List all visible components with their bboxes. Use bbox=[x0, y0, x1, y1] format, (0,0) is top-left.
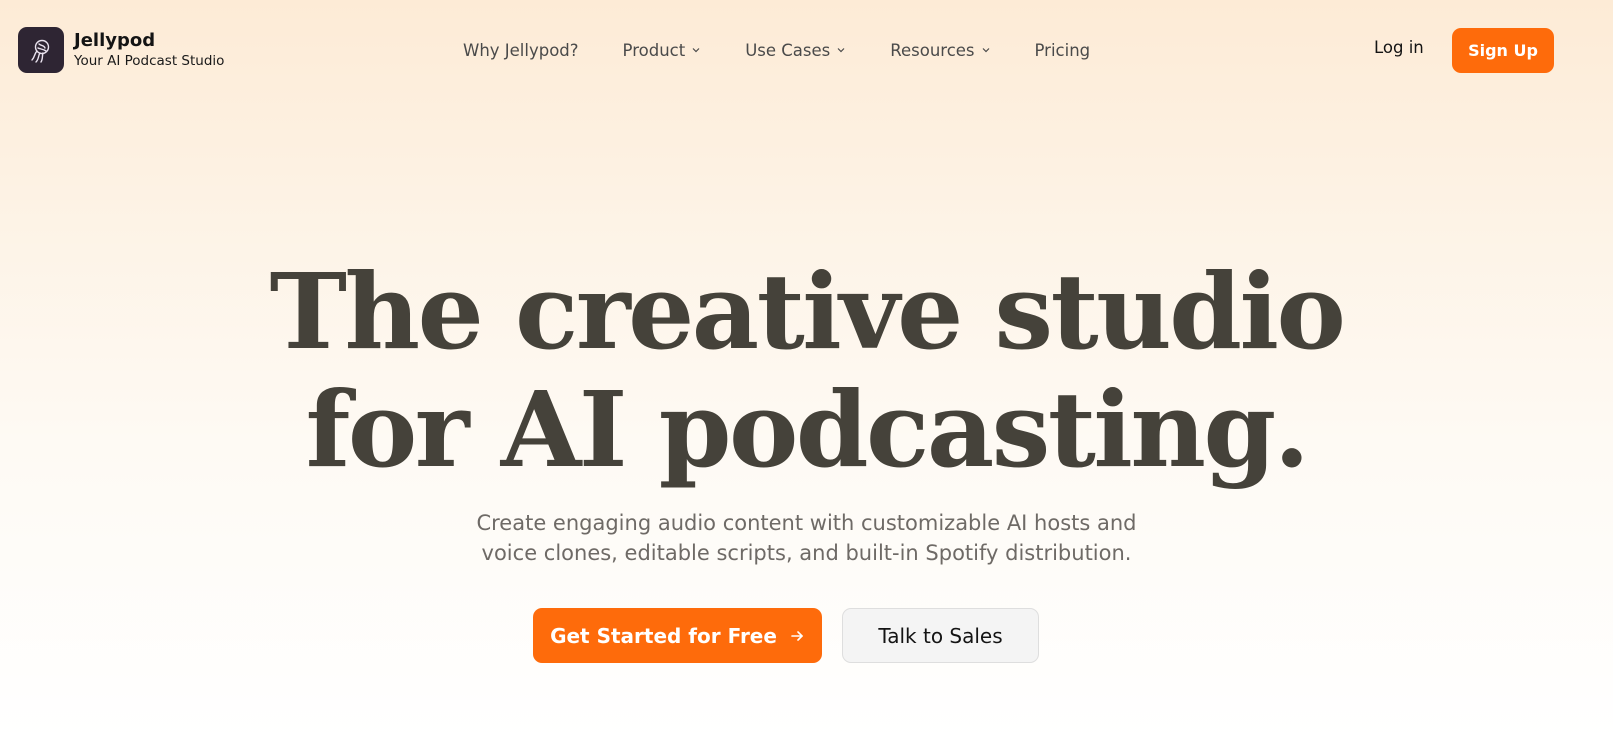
main-nav: Why Jellypod? Product Use Cases Resource… bbox=[463, 38, 1090, 62]
nav-item-pricing[interactable]: Pricing bbox=[1035, 41, 1091, 60]
get-started-label: Get Started for Free bbox=[550, 623, 777, 648]
chevron-down-icon bbox=[692, 48, 700, 53]
nav-item-label: Resources bbox=[890, 40, 975, 60]
nav-item-why-jellypod[interactable]: Why Jellypod? bbox=[463, 41, 579, 60]
jellyfish-logo-icon bbox=[18, 27, 64, 73]
brand-logo-link[interactable]: Jellypod Your AI Podcast Studio bbox=[18, 27, 224, 73]
chevron-down-icon bbox=[982, 48, 989, 53]
arrow-right-icon bbox=[791, 630, 803, 641]
brand-name: Jellypod bbox=[74, 30, 156, 51]
nav-item-product[interactable]: Product bbox=[623, 41, 702, 60]
nav-item-label: Why Jellypod? bbox=[463, 40, 579, 60]
hero-title: The creative studio for AI podcasting. bbox=[0, 253, 1613, 489]
brand-text: Jellypod Your AI Podcast Studio bbox=[74, 30, 224, 70]
hero-subtitle-line: Create engaging audio content with custo… bbox=[476, 511, 1137, 535]
signup-button[interactable]: Sign Up bbox=[1452, 28, 1554, 73]
nav-item-resources[interactable]: Resources bbox=[890, 41, 990, 60]
nav-item-use-cases[interactable]: Use Cases bbox=[745, 41, 846, 60]
cta-row: Get Started for Free Talk to Sales bbox=[533, 608, 1039, 663]
hero-subtitle-line: voice clones, editable scripts, and buil… bbox=[481, 541, 1132, 565]
chevron-down-icon bbox=[837, 48, 845, 53]
talk-to-sales-button[interactable]: Talk to Sales bbox=[842, 608, 1039, 663]
hero-title-line: The creative studio bbox=[269, 250, 1346, 373]
nav-item-label: Pricing bbox=[1034, 40, 1091, 60]
nav-item-label: Product bbox=[622, 40, 686, 60]
hero-title-line: for AI podcasting. bbox=[305, 368, 1310, 491]
login-link[interactable]: Log in bbox=[1374, 38, 1424, 57]
hero-subtitle: Create engaging audio content with custo… bbox=[0, 508, 1613, 568]
brand-tagline: Your AI Podcast Studio bbox=[74, 53, 225, 69]
nav-item-label: Use Cases bbox=[745, 40, 831, 60]
get-started-button[interactable]: Get Started for Free bbox=[533, 608, 822, 663]
site-header: Jellypod Your AI Podcast Studio Why Jell… bbox=[0, 0, 1613, 100]
